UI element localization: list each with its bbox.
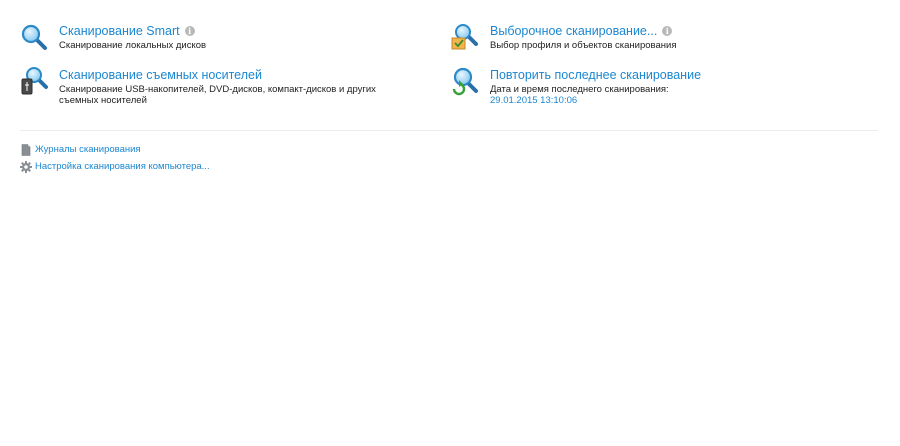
removable-scan-description: Сканирование USB-накопителей, DVD-дисков…: [59, 84, 376, 106]
removable-scan-title[interactable]: Сканирование съемных носителей: [59, 67, 262, 83]
smart-scan-title[interactable]: Сканирование Smart: [59, 23, 180, 39]
gear-icon: [20, 161, 32, 173]
custom-scan-action[interactable]: Выборочное сканирование... i Выбор профи…: [451, 22, 676, 53]
removable-scan-action[interactable]: Сканирование съемных носителей Сканирова…: [20, 66, 420, 106]
scan-settings-label[interactable]: Настройка сканирования компьютера...: [35, 161, 210, 173]
magnifier-checklist-icon: [451, 23, 481, 53]
smart-scan-action[interactable]: Сканирование Smart i Сканирование локаль…: [20, 22, 206, 53]
custom-scan-title[interactable]: Выборочное сканирование...: [490, 23, 657, 39]
divider: [20, 130, 878, 131]
magnifier-usb-icon: [20, 67, 50, 97]
smart-scan-description: Сканирование локальных дисков: [59, 40, 207, 51]
document-icon: [21, 144, 31, 156]
custom-scan-description: Выбор профиля и объектов сканирования: [490, 40, 677, 51]
magnifier-refresh-icon: [451, 67, 481, 97]
scan-logs-label[interactable]: Журналы сканирования: [35, 144, 141, 156]
magnifier-icon: [20, 23, 50, 53]
last-scan-timestamp: 29.01.2015 13:10:06: [490, 95, 578, 106]
scan-page: Сканирование Smart i Сканирование локаль…: [0, 0, 900, 446]
scan-settings-link[interactable]: Настройка сканирования компьютера...: [20, 160, 210, 174]
info-icon[interactable]: i: [662, 26, 673, 36]
repeat-scan-description: Дата и время последнего сканирования:: [490, 84, 669, 95]
repeat-scan-action[interactable]: Повторить последнее сканирование Дата и …: [451, 66, 701, 107]
scan-logs-link[interactable]: Журналы сканирования: [20, 143, 141, 157]
repeat-scan-title[interactable]: Повторить последнее сканирование: [490, 67, 701, 83]
info-icon[interactable]: i: [184, 26, 195, 36]
